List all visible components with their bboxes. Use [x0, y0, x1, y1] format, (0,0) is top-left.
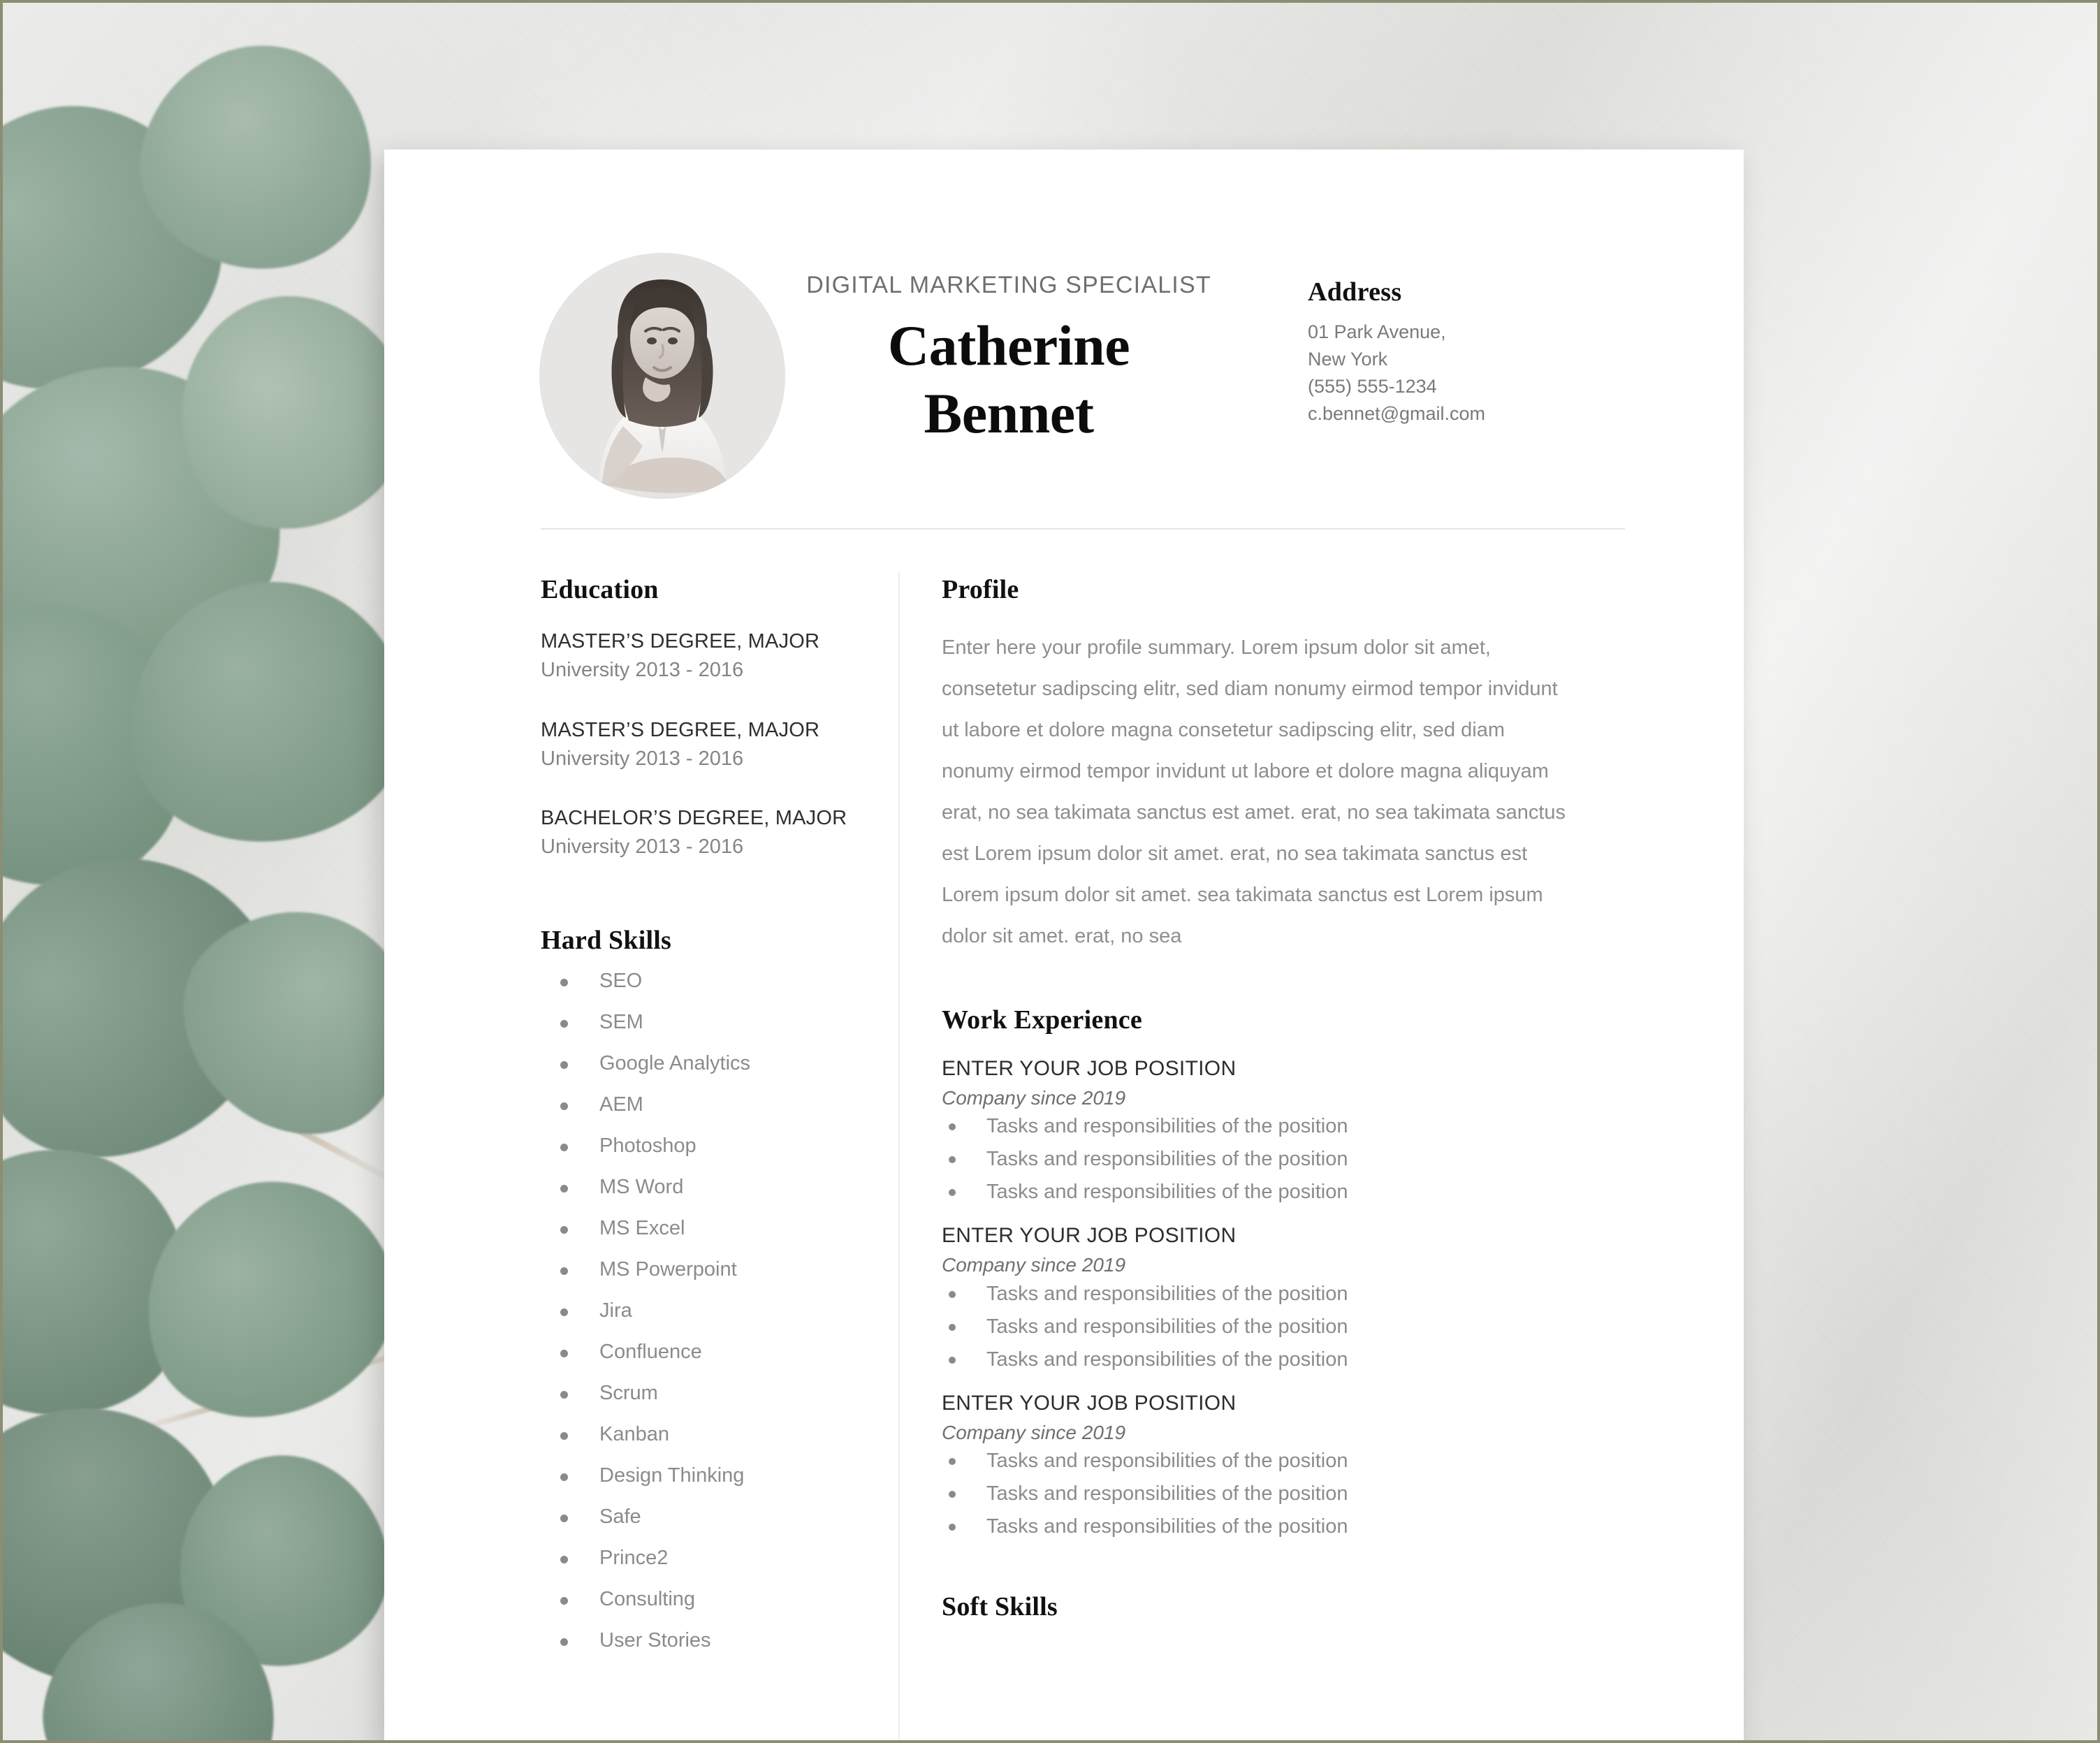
education-item: MASTER’S DEGREE, MAJOR University 2013 -…: [541, 629, 855, 684]
education-heading: Education: [541, 575, 659, 604]
avatar: [539, 253, 785, 499]
profile-summary-text: Enter here your profile summary. Lorem i…: [942, 636, 1566, 947]
left-column: Education MASTER’S DEGREE, MAJOR Univers…: [384, 556, 898, 1740]
list-item: Tasks and responsibilities of the positi…: [942, 1283, 1639, 1304]
hard-skills-heading: Hard Skills: [541, 925, 671, 955]
job-task-list: Tasks and responsibilities of the positi…: [942, 1451, 1639, 1537]
resume-header: DIGITAL MARKETING SPECIALIST Catherine B…: [384, 149, 1744, 499]
header-divider-rule: [541, 528, 1625, 530]
list-item: Design Thinking: [541, 1465, 855, 1486]
list-item: Consulting: [541, 1589, 855, 1610]
contact-phone: (555) 555-1234: [1308, 375, 1437, 397]
list-item: User Stories: [541, 1630, 855, 1651]
page-title: Catherine Bennet: [785, 312, 1232, 448]
education-list: MASTER’S DEGREE, MAJOR University 2013 -…: [541, 629, 855, 861]
education-item: MASTER’S DEGREE, MAJOR University 2013 -…: [541, 717, 855, 773]
work-experience-item: ENTER YOUR JOB POSITION Company since 20…: [942, 1223, 1639, 1369]
job-position: ENTER YOUR JOB POSITION: [942, 1224, 1237, 1248]
name-block: DIGITAL MARKETING SPECIALIST Catherine B…: [785, 253, 1232, 447]
education-school: University 2013 - 2016: [541, 747, 744, 770]
list-item: Tasks and responsibilities of the positi…: [942, 1182, 1639, 1202]
contact-email: c.bennet@gmail.com: [1308, 402, 1486, 424]
job-task-list: Tasks and responsibilities of the positi…: [942, 1116, 1639, 1202]
list-item: Tasks and responsibilities of the positi…: [942, 1349, 1639, 1370]
education-school: University 2013 - 2016: [541, 659, 744, 682]
right-column: Profile Enter here your profile summary.…: [898, 556, 1744, 1740]
contact-block: Address 01 Park Avenue, New York (555) 5…: [1308, 253, 1608, 428]
list-item: SEM: [541, 1012, 855, 1033]
list-item: Tasks and responsibilities of the positi…: [942, 1484, 1639, 1504]
job-position: ENTER YOUR JOB POSITION: [942, 1057, 1237, 1080]
list-item: Tasks and responsibilities of the positi…: [942, 1316, 1639, 1337]
contact-city: New York: [1308, 348, 1388, 370]
soft-skills-heading: Soft Skills: [942, 1592, 1058, 1622]
job-company: Company since 2019: [942, 1254, 1126, 1276]
list-item: Scrum: [541, 1383, 855, 1403]
list-item: Kanban: [541, 1424, 855, 1445]
list-item: Tasks and responsibilities of the positi…: [942, 1116, 1639, 1137]
last-name: Bennet: [924, 381, 1095, 445]
list-item: Photoshop: [541, 1135, 855, 1156]
job-role-label: DIGITAL MARKETING SPECIALIST: [806, 272, 1211, 298]
list-item: Jira: [541, 1300, 855, 1321]
list-item: MS Excel: [541, 1218, 855, 1239]
job-company: Company since 2019: [942, 1421, 1126, 1443]
list-item: AEM: [541, 1094, 855, 1115]
education-school: University 2013 - 2016: [541, 836, 744, 859]
resume-page: DIGITAL MARKETING SPECIALIST Catherine B…: [384, 149, 1744, 1740]
resume-body: Education MASTER’S DEGREE, MAJOR Univers…: [384, 556, 1744, 1740]
list-item: MS Powerpoint: [541, 1259, 855, 1280]
contact-street: 01 Park Avenue,: [1308, 321, 1446, 342]
list-item: Tasks and responsibilities of the positi…: [942, 1451, 1639, 1471]
profile-heading: Profile: [942, 575, 1019, 604]
work-experience-heading: Work Experience: [942, 1005, 1142, 1035]
screenshot-stage: DIGITAL MARKETING SPECIALIST Catherine B…: [0, 0, 2100, 1743]
list-item: Safe: [541, 1506, 855, 1527]
list-item: Google Analytics: [541, 1053, 855, 1074]
first-name: Catherine: [887, 313, 1130, 377]
eucalyptus-branch-decoration: [3, 3, 458, 1740]
work-experience-item: ENTER YOUR JOB POSITION Company since 20…: [942, 1056, 1639, 1202]
list-item: Prince2: [541, 1547, 855, 1568]
education-degree: BACHELOR’S DEGREE, MAJOR: [541, 807, 847, 830]
work-experience-item: ENTER YOUR JOB POSITION Company since 20…: [942, 1391, 1639, 1537]
job-company: Company since 2019: [942, 1087, 1126, 1109]
contact-heading: Address: [1308, 277, 1402, 307]
education-item: BACHELOR’S DEGREE, MAJOR University 2013…: [541, 805, 855, 861]
job-task-list: Tasks and responsibilities of the positi…: [942, 1283, 1639, 1370]
job-position: ENTER YOUR JOB POSITION: [942, 1391, 1237, 1415]
avatar-portrait-photo: [539, 253, 785, 499]
list-item: Tasks and responsibilities of the positi…: [942, 1149, 1639, 1169]
list-item: SEO: [541, 970, 855, 991]
education-degree: MASTER’S DEGREE, MAJOR: [541, 718, 820, 741]
list-item: Confluence: [541, 1341, 855, 1362]
hard-skills-list: SEO SEM Google Analytics AEM Photoshop M…: [541, 970, 855, 1651]
list-item: MS Word: [541, 1176, 855, 1197]
education-degree: MASTER’S DEGREE, MAJOR: [541, 630, 820, 652]
list-item: Tasks and responsibilities of the positi…: [942, 1517, 1639, 1537]
